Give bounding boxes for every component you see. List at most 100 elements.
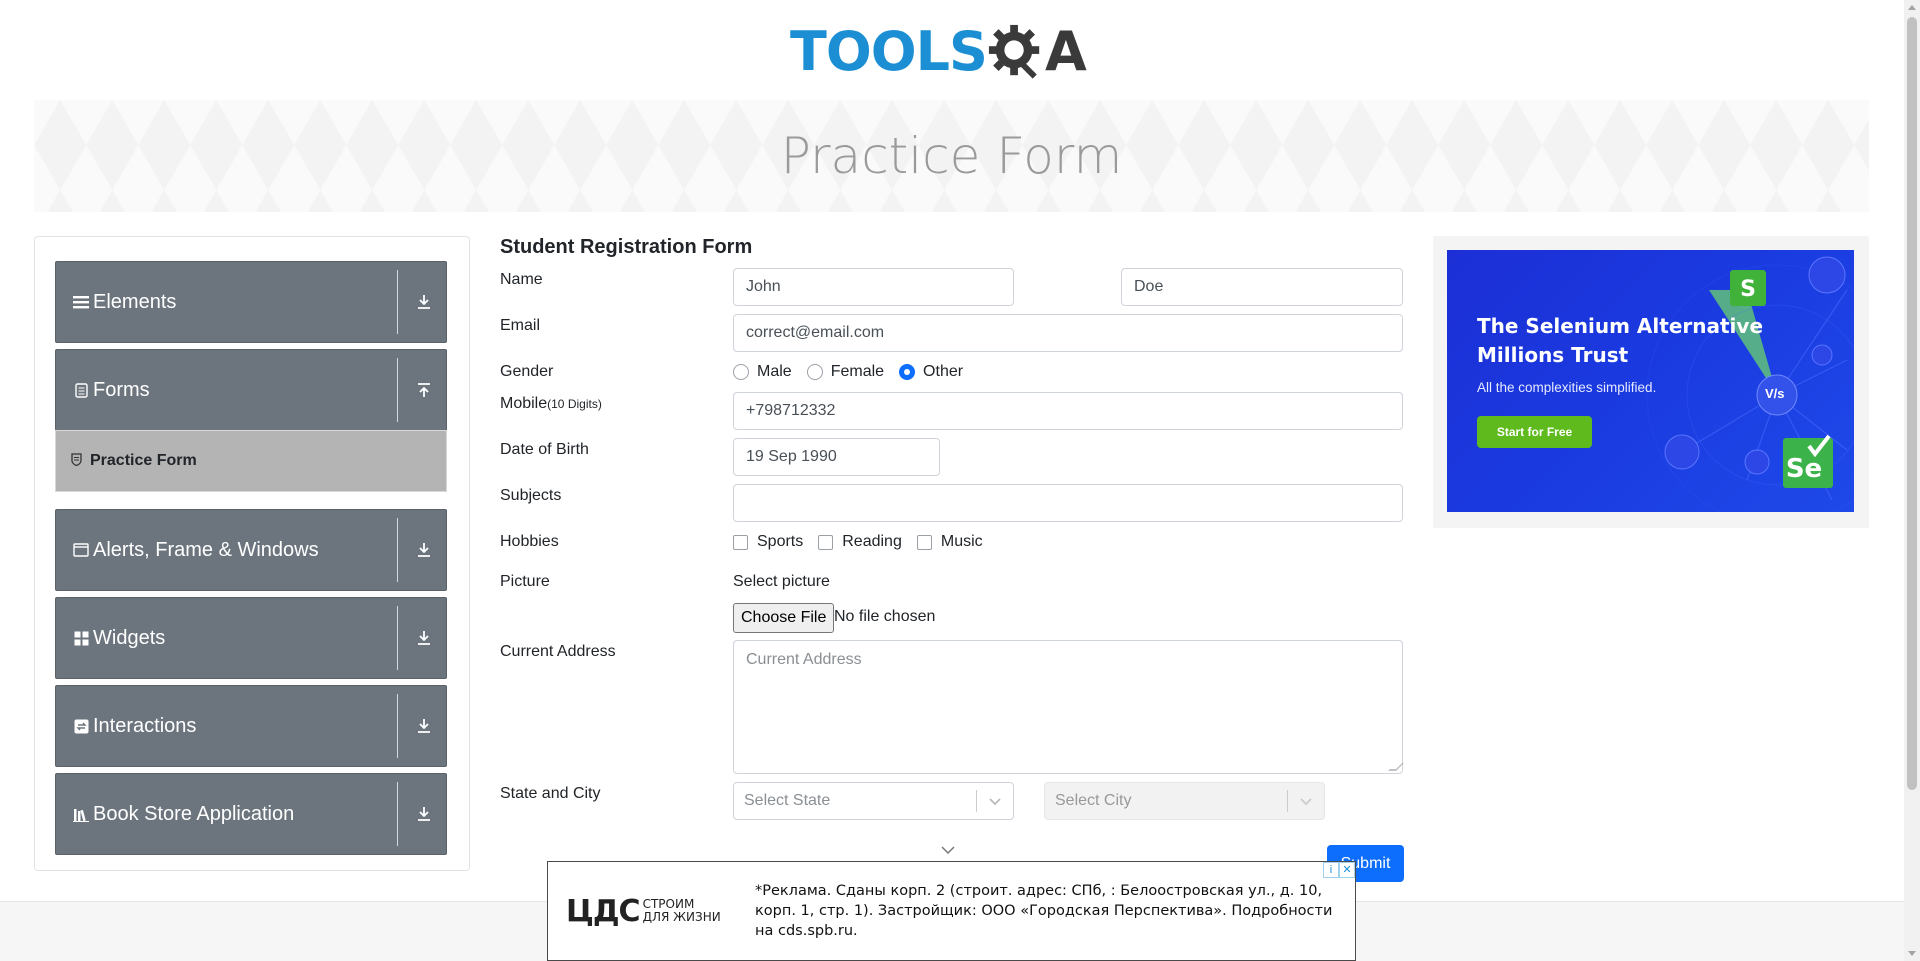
checkbox[interactable] xyxy=(733,534,748,550)
gender-male-option[interactable]: Male xyxy=(733,363,792,381)
menu-group-label: Widgets xyxy=(93,626,166,649)
subjects-label: Subjects xyxy=(500,487,562,504)
resize-handle-icon[interactable] xyxy=(1388,763,1404,771)
menu-group-interactions[interactable]: Interactions xyxy=(55,685,447,767)
divider xyxy=(397,270,398,334)
divider xyxy=(397,518,398,582)
vs-badge: V/s xyxy=(1765,386,1785,401)
hobby-reading-option[interactable]: Reading xyxy=(818,533,902,551)
download-icon xyxy=(414,716,434,736)
city-select[interactable]: Select City xyxy=(1044,782,1325,820)
start-free-button[interactable]: Start for Free xyxy=(1477,416,1592,448)
ad-headline: The Selenium Alternative Millions Trust xyxy=(1477,312,1763,370)
page-banner: Practice Form xyxy=(34,100,1869,212)
chevron-down-icon[interactable] xyxy=(1288,796,1324,806)
date-of-birth-input[interactable]: 19 Sep 1990 xyxy=(733,438,940,476)
menu-group-alerts[interactable]: Alerts, Frame & Windows xyxy=(55,509,447,591)
document-icon xyxy=(73,382,89,398)
email-input[interactable]: correct@email.com xyxy=(733,314,1403,352)
textarea-placeholder: Current Address xyxy=(746,651,862,668)
scroll-up-arrow-icon[interactable] xyxy=(1908,5,1916,10)
menu-group-label: Forms xyxy=(93,378,150,401)
gender-other-option[interactable]: Other xyxy=(899,363,963,381)
gender-option-label: Male xyxy=(757,363,792,380)
email-label: Email xyxy=(500,317,541,334)
menu-group-label: Elements xyxy=(93,290,177,313)
city-placeholder: Select City xyxy=(1055,792,1132,809)
divider xyxy=(397,694,398,758)
checkbox[interactable] xyxy=(916,534,932,550)
menu-group-book-store[interactable]: Book Store Application xyxy=(55,773,447,855)
download-icon xyxy=(414,540,434,560)
selenium-alternative-ad[interactable]: S Se The Selenium Alternative Millions Tr… xyxy=(1447,250,1854,512)
widgets-icon xyxy=(73,630,89,646)
logo-text-tools: TOOLS xyxy=(790,20,988,83)
menu-group-label: Interactions xyxy=(93,714,197,737)
bottom-ad-copy: *Реклама. Сданы корп. 2 (строит. адрес: … xyxy=(755,883,1333,939)
current-address-textarea[interactable]: Current Address xyxy=(733,640,1404,774)
ad-container: S Se The Selenium Alternative Millions Tr… xyxy=(1433,236,1869,528)
gender-option-label: Female xyxy=(830,363,885,380)
mobile-input[interactable]: +798712332 xyxy=(733,392,1403,430)
hobby-music-option[interactable]: Music xyxy=(916,533,983,551)
menu-group-widgets[interactable]: Widgets xyxy=(55,597,447,679)
gear-icon xyxy=(988,24,1040,79)
radio-button[interactable] xyxy=(733,364,749,380)
checkbox[interactable] xyxy=(818,534,834,550)
close-icon[interactable]: ✕ xyxy=(1339,862,1355,878)
radio-button[interactable] xyxy=(806,364,823,380)
menu-item-practice-form[interactable]: Practice Form xyxy=(55,430,447,492)
state-city-label: State and City xyxy=(500,785,601,802)
menu-group-elements[interactable]: Elements xyxy=(55,261,447,343)
gender-option-label: Other xyxy=(923,363,964,380)
scrollbar-thumb[interactable] xyxy=(1907,17,1917,790)
subjects-input[interactable] xyxy=(733,484,1403,522)
info-icon[interactable]: i xyxy=(1323,862,1339,878)
ad-headline-line: The Selenium Alternative xyxy=(1477,314,1764,338)
hobby-sports-option[interactable]: Sports xyxy=(733,533,803,551)
gender-female-option[interactable]: Female xyxy=(806,363,885,381)
svg-text:Se: Se xyxy=(1786,454,1822,484)
dob-label: Date of Birth xyxy=(500,441,589,458)
hobby-label: Sports xyxy=(757,533,804,550)
books-icon xyxy=(73,806,89,822)
svg-text:S: S xyxy=(1740,277,1756,302)
select-picture-label: Select picture xyxy=(733,573,830,590)
scroll-down-arrow-icon[interactable] xyxy=(1908,951,1916,956)
vertical-scrollbar[interactable] xyxy=(1904,0,1920,961)
chevron-down-icon xyxy=(940,844,956,858)
radio-button-selected[interactable] xyxy=(899,364,916,380)
mobile-hint: (10 Digits) xyxy=(547,397,602,411)
ad-subtitle: All the complexities simplified. xyxy=(1477,380,1657,395)
current-address-label: Current Address xyxy=(500,643,616,660)
choose-file-button[interactable]: Choose File xyxy=(733,603,835,633)
mobile-label-text: Mobile xyxy=(500,395,548,412)
divider xyxy=(397,782,398,846)
ad-headline-line: Millions Trust xyxy=(1477,343,1629,367)
form-title: Student Registration Form xyxy=(500,236,753,258)
menu-group-label: Book Store Application xyxy=(93,802,295,825)
divider xyxy=(397,358,398,422)
menu-item-label: Practice Form xyxy=(90,452,197,469)
upload-icon xyxy=(414,380,434,400)
cds-tagline-line: ДЛЯ ЖИЗНИ xyxy=(642,910,721,924)
hobbies-label: Hobbies xyxy=(500,533,559,550)
left-menu-panel: Elements Forms Practice Form Alerts, Fra… xyxy=(34,236,470,871)
window-icon xyxy=(73,542,89,558)
toolsqa-logo[interactable]: TOOLS A xyxy=(790,14,1087,90)
interactions-icon xyxy=(73,718,89,734)
ad-choices: i ✕ xyxy=(1323,862,1355,878)
page-title: Practice Form xyxy=(780,127,1123,185)
cds-logo-text: ЦДС xyxy=(566,893,641,929)
menu-group-forms[interactable]: Forms xyxy=(55,349,447,431)
last-name-input[interactable]: Doe xyxy=(1121,268,1403,306)
download-icon xyxy=(414,628,434,648)
bottom-banner-ad[interactable]: ЦДС СТРОИМ ДЛЯ ЖИЗНИ *Реклама. Сданы корп… xyxy=(547,861,1356,961)
mobile-label: Mobile(10 Digits) xyxy=(500,395,602,413)
download-icon xyxy=(414,804,434,824)
download-icon xyxy=(414,292,434,312)
cds-logo: ЦДС СТРОИМ ДЛЯ ЖИЗНИ xyxy=(566,894,741,929)
state-select[interactable]: Select State xyxy=(733,782,1014,820)
first-name-input[interactable]: John xyxy=(733,268,1014,306)
chevron-down-icon[interactable] xyxy=(977,796,1013,806)
